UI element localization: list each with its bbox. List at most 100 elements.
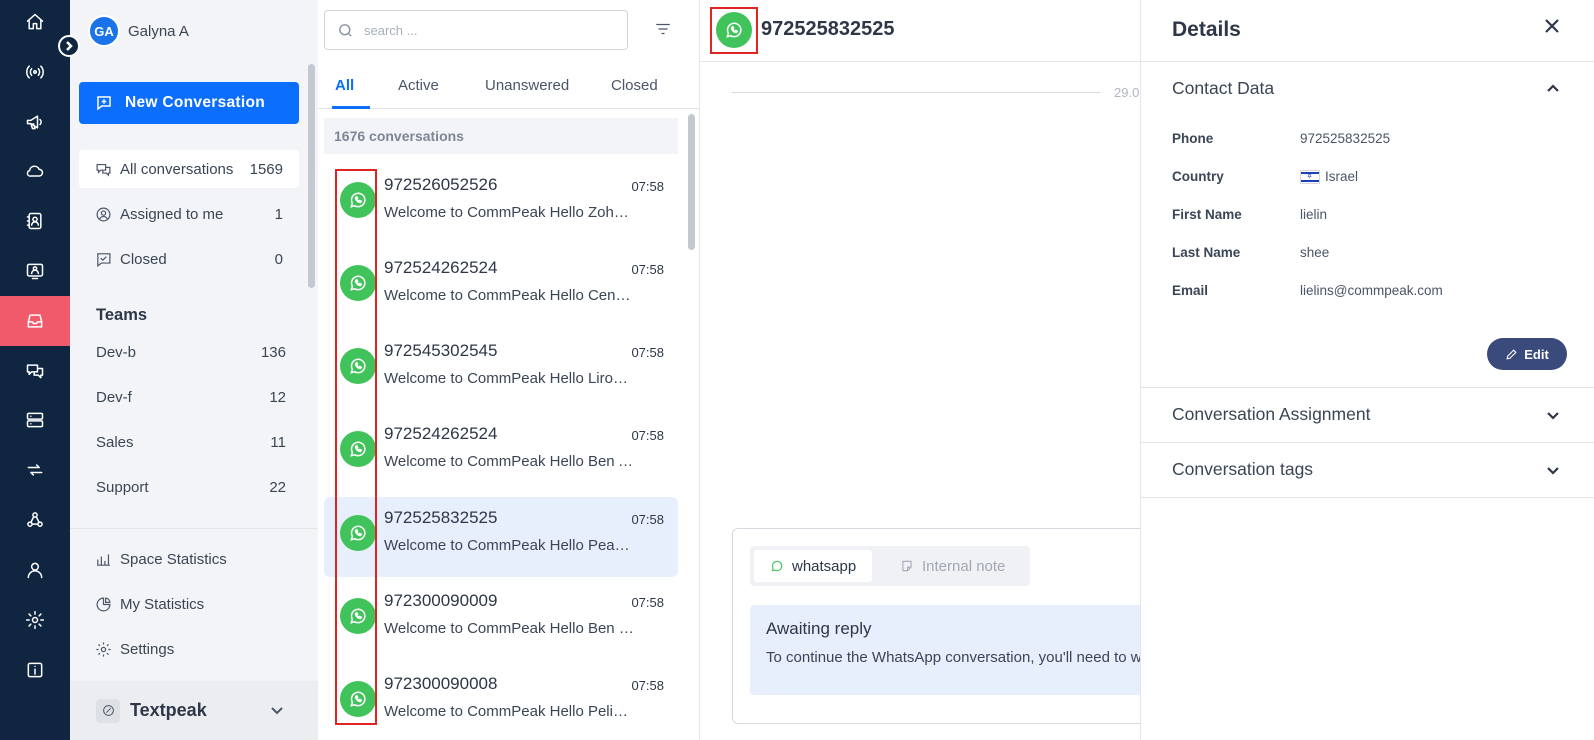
field-label-phone: Phone — [1172, 131, 1214, 146]
rail-inbox[interactable] — [0, 296, 70, 346]
tab-all[interactable]: All — [335, 77, 354, 94]
tab-unanswered[interactable]: Unanswered — [485, 77, 569, 94]
composer-tab-whatsapp[interactable]: whatsapp — [754, 550, 873, 582]
settings-link[interactable]: Settings — [95, 641, 174, 658]
details-title: Details — [1172, 18, 1241, 41]
chevron-down-icon — [270, 703, 284, 722]
whatsapp-icon — [771, 560, 783, 572]
search-box[interactable] — [324, 10, 628, 50]
rail-conversations[interactable] — [0, 346, 70, 396]
conversation-item[interactable]: 972300090009 07:58 Welcome to CommPeak H… — [324, 580, 678, 660]
filter-count: 0 — [274, 250, 283, 268]
team-item-support[interactable]: Support 22 — [96, 479, 286, 496]
workspace-name: Textpeak — [130, 700, 207, 720]
rail-contacts[interactable] — [0, 196, 70, 246]
conversation-preview: Welcome to CommPeak Hello Ben Levi — [384, 620, 634, 637]
new-message-icon — [97, 96, 111, 111]
conversation-item[interactable]: 972524262524 07:58 Welcome to CommPeak H… — [324, 413, 678, 493]
rail-servers[interactable] — [0, 395, 70, 445]
space-statistics-link[interactable]: Space Statistics — [95, 551, 227, 568]
inbox-icon — [27, 314, 43, 328]
link-label: Space Statistics — [120, 551, 227, 568]
search-icon — [339, 23, 352, 37]
details-panel: Details Contact Data Phone 972525832525 … — [1140, 0, 1594, 740]
team-item-dev-b[interactable]: Dev-b 136 — [96, 344, 286, 361]
filter-closed[interactable]: Closed 0 — [79, 240, 299, 278]
conversation-count: 1676 conversations — [324, 118, 678, 154]
filter-label: Assigned to me — [120, 205, 224, 223]
team-item-sales[interactable]: Sales 11 — [96, 434, 286, 451]
chevron-up-icon[interactable] — [1546, 82, 1560, 101]
new-conversation-label: New Conversation — [125, 94, 266, 111]
conversation-phone: 972300090009 — [384, 591, 498, 610]
bar-chart-icon — [97, 554, 110, 566]
conversation-item[interactable]: 972524262524 07:58 Welcome to CommPeak H… — [324, 247, 678, 327]
field-value-country: ✡ Israel — [1300, 169, 1358, 184]
divider — [1141, 61, 1594, 62]
workspace-icon — [96, 698, 120, 723]
list-scrollbar[interactable] — [688, 114, 695, 250]
megaphone-icon — [26, 115, 42, 130]
chevron-down-icon[interactable] — [1546, 463, 1560, 482]
close-details-button[interactable] — [1544, 18, 1560, 39]
rail-webhooks[interactable] — [0, 495, 70, 545]
my-statistics-link[interactable]: My Statistics — [95, 596, 204, 613]
filter-lines-icon — [656, 23, 670, 35]
nav-scrollbar[interactable] — [308, 64, 315, 288]
search-input[interactable] — [364, 22, 604, 38]
rail-sync[interactable] — [0, 445, 70, 495]
awaiting-reply-notice: Awaiting reply To continue the WhatsApp … — [750, 605, 1150, 695]
highlight-box-header-icon — [710, 7, 758, 54]
cloud-icon — [26, 165, 44, 177]
tab-active[interactable]: Active — [398, 77, 439, 94]
conversation-item[interactable]: 972526052526 07:58 Welcome to CommPeak H… — [324, 164, 678, 244]
chevron-down-icon[interactable] — [1546, 408, 1560, 427]
conversation-item[interactable]: 972300090008 07:58 Welcome to CommPeak H… — [324, 663, 678, 740]
field-label-country: Country — [1172, 169, 1224, 184]
rail-agent[interactable] — [0, 246, 70, 296]
workspace-switcher[interactable]: Textpeak — [70, 681, 318, 740]
user-circle-icon — [96, 207, 111, 221]
team-item-dev-f[interactable]: Dev-f 12 — [96, 389, 286, 406]
message-composer: whatsapp Internal note Awaiting reply To… — [732, 528, 1152, 724]
collapse-sidebar-button[interactable] — [58, 35, 80, 57]
broadcast-icon — [26, 65, 44, 79]
chat-panel: 972525832525 29.0 whatsapp Internal note… — [700, 0, 1152, 740]
conversation-assignment-section-title[interactable]: Conversation Assignment — [1172, 404, 1370, 425]
conversation-preview: Welcome to CommPeak Hello Pelikan — [384, 703, 634, 720]
conversation-tags-section-title[interactable]: Conversation tags — [1172, 459, 1313, 480]
rail-profile[interactable] — [0, 545, 70, 595]
filter-button[interactable] — [654, 20, 672, 43]
home-icon — [26, 13, 44, 30]
settings-icon — [25, 610, 45, 630]
conversation-phone: 972300090008 — [384, 674, 498, 693]
conversation-preview: Welcome to CommPeak Hello Pean Ohana — [384, 537, 634, 554]
rail-settings[interactable] — [0, 595, 70, 645]
active-tab-indicator — [332, 106, 370, 109]
awaiting-title: Awaiting reply — [766, 619, 872, 638]
conversation-phone: 972524262524 — [384, 258, 498, 277]
rail-cloud[interactable] — [0, 146, 70, 196]
field-value-first-name: lielin — [1300, 207, 1328, 222]
rail-info[interactable] — [0, 645, 70, 695]
sync-icon — [27, 464, 43, 476]
edit-contact-button[interactable]: Edit — [1487, 338, 1567, 370]
date-divider — [732, 92, 1100, 93]
contact-data-section-title[interactable]: Contact Data — [1172, 78, 1274, 99]
new-conversation-button[interactable]: New Conversation — [79, 82, 299, 124]
contacts-book-icon — [26, 212, 42, 230]
rail-campaigns[interactable] — [0, 97, 70, 147]
rail-broadcast[interactable] — [0, 47, 70, 97]
filter-all-conversations[interactable]: All conversations 1569 — [79, 150, 299, 188]
filter-assigned-to-me[interactable]: Assigned to me 1 — [79, 195, 299, 233]
user-profile[interactable]: GA Galyna A — [88, 15, 189, 47]
conversation-phone: 972545302545 — [384, 341, 498, 360]
conversation-item-selected[interactable]: 972525832525 07:58 Welcome to CommPeak H… — [324, 497, 678, 577]
conversation-item[interactable]: 972545302545 07:58 Welcome to CommPeak H… — [324, 330, 678, 410]
field-label-last-name: Last Name — [1172, 245, 1241, 260]
gear-icon — [96, 642, 111, 657]
team-label: Support — [96, 479, 149, 496]
composer-tab-internal-note[interactable]: Internal note — [884, 550, 1021, 582]
team-count: 136 — [260, 344, 286, 361]
tab-closed[interactable]: Closed — [611, 77, 658, 94]
